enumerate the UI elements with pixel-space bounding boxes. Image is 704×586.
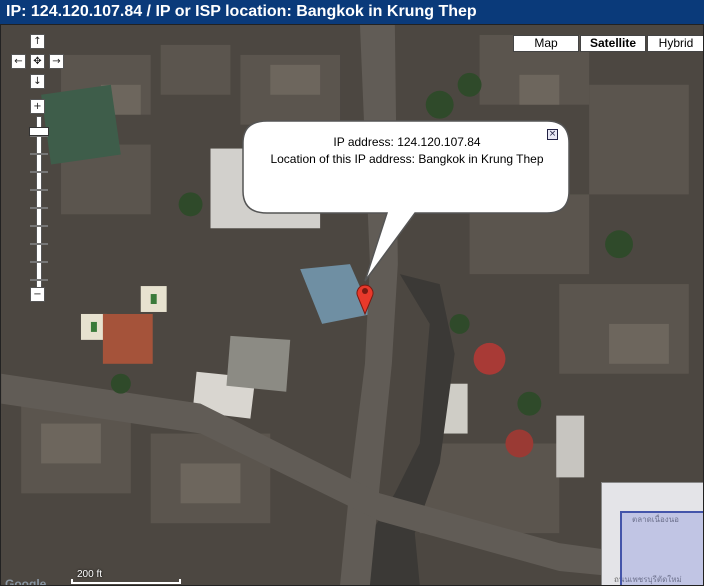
zoom-tick[interactable] bbox=[30, 153, 48, 155]
map-type-hybrid-button[interactable]: Hybrid bbox=[647, 35, 703, 52]
zoom-tick[interactable] bbox=[30, 207, 48, 209]
zoom-tick[interactable] bbox=[30, 261, 48, 263]
info-window: IP address: 124.120.107.84 Location of t… bbox=[237, 119, 577, 314]
map-type-satellite-button[interactable]: Satellite bbox=[580, 35, 646, 52]
page-title: IP: 124.120.107.84 / IP or ISP location:… bbox=[0, 0, 704, 24]
close-icon[interactable]: × bbox=[547, 129, 558, 140]
location-marker-icon[interactable] bbox=[355, 281, 375, 315]
zoom-tick[interactable] bbox=[30, 171, 48, 173]
info-location: Location of this IP address: Bangkok in … bbox=[270, 152, 544, 166]
zoom-tick[interactable] bbox=[30, 279, 48, 281]
zoom-tick[interactable] bbox=[30, 225, 48, 227]
map-type-map-button[interactable]: Map bbox=[513, 35, 579, 52]
reset-position-button[interactable]: ✥ bbox=[30, 54, 45, 69]
zoom-slider-handle[interactable] bbox=[29, 127, 49, 136]
zoom-tick[interactable] bbox=[30, 243, 48, 245]
pan-right-button[interactable]: → bbox=[49, 54, 64, 69]
google-logo[interactable]: Google bbox=[5, 577, 46, 585]
zoom-in-button[interactable]: + bbox=[30, 99, 45, 114]
overview-viewport[interactable] bbox=[620, 511, 703, 585]
satellite-map[interactable]: ↑ ← ✥ → ↓ + − Map Satellite Hybrid IP ad… bbox=[0, 24, 704, 586]
pan-down-button[interactable]: ↓ bbox=[30, 74, 45, 89]
overview-map[interactable]: ตลาดเนื่องนอ ถนนเพชรบุรีตัดใหม่ bbox=[601, 482, 703, 585]
pan-left-button[interactable]: ← bbox=[11, 54, 26, 69]
info-ip-address: IP address: 124.120.107.84 bbox=[333, 135, 481, 149]
zoom-out-button[interactable]: − bbox=[30, 287, 45, 302]
zoom-tick[interactable] bbox=[30, 189, 48, 191]
scale-bar bbox=[71, 579, 181, 584]
pan-up-button[interactable]: ↑ bbox=[30, 34, 45, 49]
